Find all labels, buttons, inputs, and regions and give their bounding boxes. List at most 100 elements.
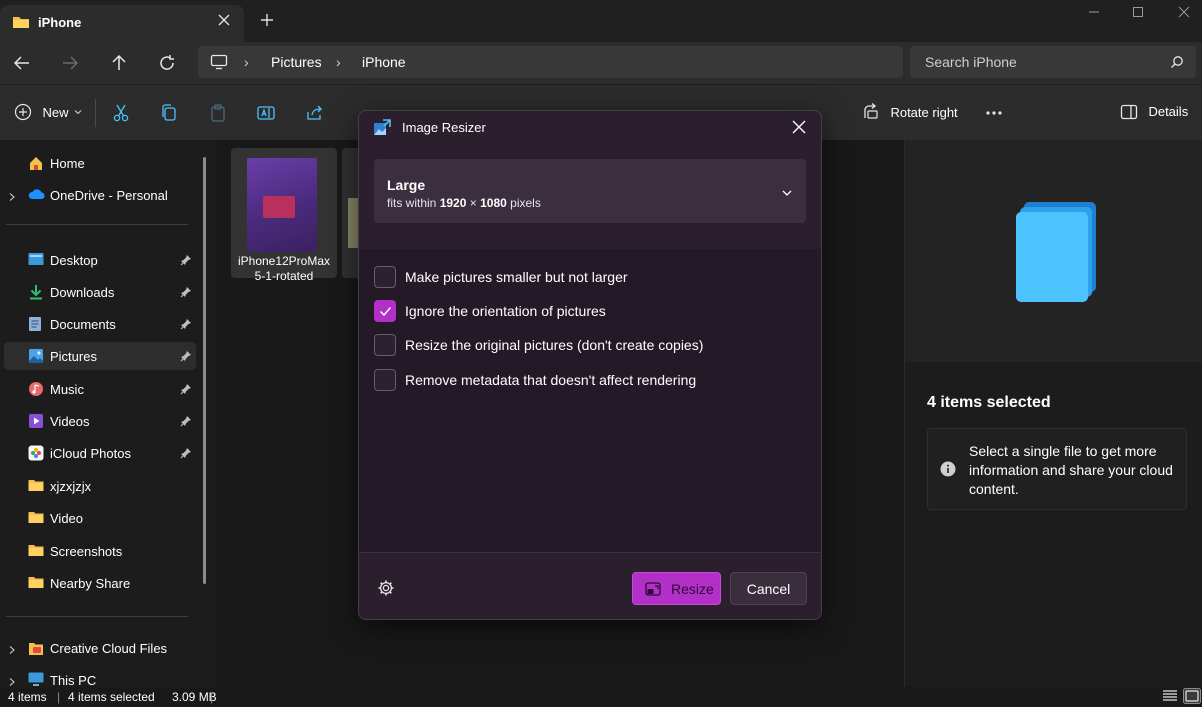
option-resize-originals[interactable]: Resize the original pictures (don't crea… bbox=[374, 334, 754, 358]
checkbox[interactable] bbox=[374, 266, 396, 288]
paste-button[interactable] bbox=[208, 103, 228, 125]
sidebar-item-label: Desktop bbox=[50, 253, 98, 268]
rotate-right-button[interactable]: Rotate right bbox=[862, 103, 958, 125]
sidebar-item-label: Home bbox=[50, 156, 85, 171]
preview-area bbox=[905, 140, 1202, 362]
sidebar-item-pictures[interactable]: Pictures bbox=[4, 342, 196, 370]
tiles-view-icon[interactable] bbox=[1183, 688, 1201, 707]
resize-icon bbox=[645, 581, 662, 602]
sidebar-item-icloud-photos[interactable]: iCloud Photos bbox=[0, 439, 196, 467]
pin-icon[interactable] bbox=[180, 317, 192, 335]
dialog-footer: Resize Cancel bbox=[359, 552, 821, 619]
pin-icon[interactable] bbox=[180, 253, 192, 271]
address-row: › Pictures › iPhone Search iPhone bbox=[0, 42, 1202, 84]
new-tab-icon[interactable] bbox=[258, 11, 276, 34]
sidebar-item-xjzxjzjx[interactable]: xjzxjzjx bbox=[0, 472, 196, 500]
rotate-right-icon bbox=[864, 103, 878, 119]
checkbox[interactable] bbox=[374, 300, 396, 322]
sidebar-item-label: Screenshots bbox=[50, 544, 123, 559]
toolbar-divider bbox=[95, 99, 96, 127]
desktop-icon bbox=[28, 252, 44, 271]
sidebar-item-creative-cloud[interactable]: Creative Cloud Files bbox=[0, 634, 196, 662]
sidebar-item-nearby-share[interactable]: Nearby Share bbox=[0, 569, 196, 597]
size-preset-description: fits within 1920 × 1080 pixels bbox=[387, 196, 541, 210]
sidebar-item-onedrive[interactable]: OneDrive - Personal bbox=[0, 181, 196, 209]
sidebar-item-home[interactable]: Home bbox=[0, 149, 196, 177]
details-view-icon[interactable] bbox=[1162, 689, 1178, 706]
pin-icon[interactable] bbox=[180, 414, 192, 432]
cancel-button[interactable]: Cancel bbox=[730, 572, 807, 605]
image-thumbnail bbox=[247, 158, 317, 252]
size-preset-dropdown[interactable]: Large fits within 1920 × 1080 pixels bbox=[374, 159, 806, 223]
back-arrow-icon[interactable] bbox=[10, 51, 34, 75]
image-resizer-app-icon bbox=[373, 119, 391, 142]
refresh-icon[interactable] bbox=[155, 51, 179, 75]
info-icon bbox=[940, 461, 956, 482]
pin-icon[interactable] bbox=[180, 446, 192, 464]
creative-cloud-icon bbox=[28, 640, 44, 661]
folder-icon bbox=[28, 510, 44, 529]
copy-button[interactable] bbox=[159, 103, 179, 125]
sidebar-item-label: OneDrive - Personal bbox=[50, 188, 168, 203]
sidebar-item-music[interactable]: Music bbox=[0, 375, 196, 403]
navigation-pane: Home OneDrive - Personal Desktop Downloa… bbox=[0, 140, 216, 688]
new-button[interactable]: New bbox=[14, 103, 83, 125]
checkmark-icon bbox=[379, 307, 392, 317]
more-options-button[interactable] bbox=[984, 103, 1004, 125]
option-remove-metadata[interactable]: Remove metadata that doesn't affect rend… bbox=[374, 369, 754, 393]
chevron-right-icon[interactable] bbox=[7, 189, 17, 207]
plus-circle-icon bbox=[14, 103, 32, 121]
sidebar-item-screenshots[interactable]: Screenshots bbox=[0, 537, 196, 565]
close-window-icon[interactable] bbox=[1172, 4, 1196, 20]
option-ignore-orientation[interactable]: Ignore the orientation of pictures bbox=[374, 300, 754, 324]
sidebar-item-label: Music bbox=[50, 382, 84, 397]
download-icon bbox=[28, 284, 44, 305]
close-dialog-icon[interactable] bbox=[791, 119, 807, 140]
music-icon bbox=[28, 381, 44, 402]
pin-icon[interactable] bbox=[180, 285, 192, 303]
gear-icon[interactable] bbox=[377, 579, 395, 602]
tab-iphone[interactable]: iPhone bbox=[0, 5, 244, 42]
folder-icon bbox=[12, 13, 30, 31]
up-arrow-icon[interactable] bbox=[107, 51, 131, 75]
option-make-smaller[interactable]: Make pictures smaller but not larger bbox=[374, 266, 754, 290]
checkbox[interactable] bbox=[374, 369, 396, 391]
rename-button[interactable] bbox=[256, 103, 276, 125]
checkbox[interactable] bbox=[374, 334, 396, 356]
resize-label: Resize bbox=[671, 581, 714, 597]
breadcrumb-pictures[interactable]: Pictures bbox=[271, 54, 322, 70]
pin-icon[interactable] bbox=[180, 349, 192, 367]
file-item[interactable]: iPhone12ProMax 5-1-rotated bbox=[231, 148, 337, 283]
sidebar-item-documents[interactable]: Documents bbox=[0, 310, 196, 338]
option-label: Remove metadata that doesn't affect rend… bbox=[405, 372, 697, 388]
forward-arrow-icon[interactable] bbox=[58, 51, 82, 75]
resize-button[interactable]: Resize bbox=[632, 572, 721, 605]
sidebar-divider bbox=[6, 616, 188, 617]
folder-icon bbox=[28, 478, 44, 497]
sidebar-scrollbar[interactable] bbox=[203, 157, 206, 584]
sidebar-item-video[interactable]: Video bbox=[0, 504, 196, 532]
share-button[interactable] bbox=[305, 103, 325, 125]
pin-icon[interactable] bbox=[180, 382, 192, 400]
status-bar: 4 items | 4 items selected 3.09 MB | bbox=[0, 687, 1202, 707]
search-input[interactable]: Search iPhone bbox=[910, 46, 1196, 78]
home-icon bbox=[28, 155, 44, 176]
sidebar-item-desktop[interactable]: Desktop bbox=[0, 246, 196, 274]
folder-icon bbox=[28, 575, 44, 594]
sidebar-divider bbox=[6, 224, 188, 225]
sidebar-item-videos[interactable]: Videos bbox=[0, 407, 196, 435]
address-bar[interactable]: › Pictures › iPhone bbox=[198, 46, 903, 78]
status-selected: 4 items selected bbox=[68, 690, 155, 704]
dialog-options-area: Make pictures smaller but not larger Ign… bbox=[359, 249, 821, 552]
close-tab-icon[interactable] bbox=[216, 12, 232, 28]
documents-icon bbox=[28, 316, 42, 337]
cut-button[interactable] bbox=[111, 103, 131, 125]
details-button[interactable]: Details bbox=[1120, 103, 1188, 125]
chevron-right-icon[interactable] bbox=[7, 642, 17, 660]
breadcrumb-chevron-icon: › bbox=[336, 54, 341, 70]
maximize-icon[interactable] bbox=[1126, 4, 1150, 20]
videos-icon bbox=[28, 413, 44, 434]
minimize-icon[interactable] bbox=[1082, 4, 1106, 20]
breadcrumb-iphone[interactable]: iPhone bbox=[362, 54, 406, 70]
sidebar-item-downloads[interactable]: Downloads bbox=[0, 278, 196, 306]
